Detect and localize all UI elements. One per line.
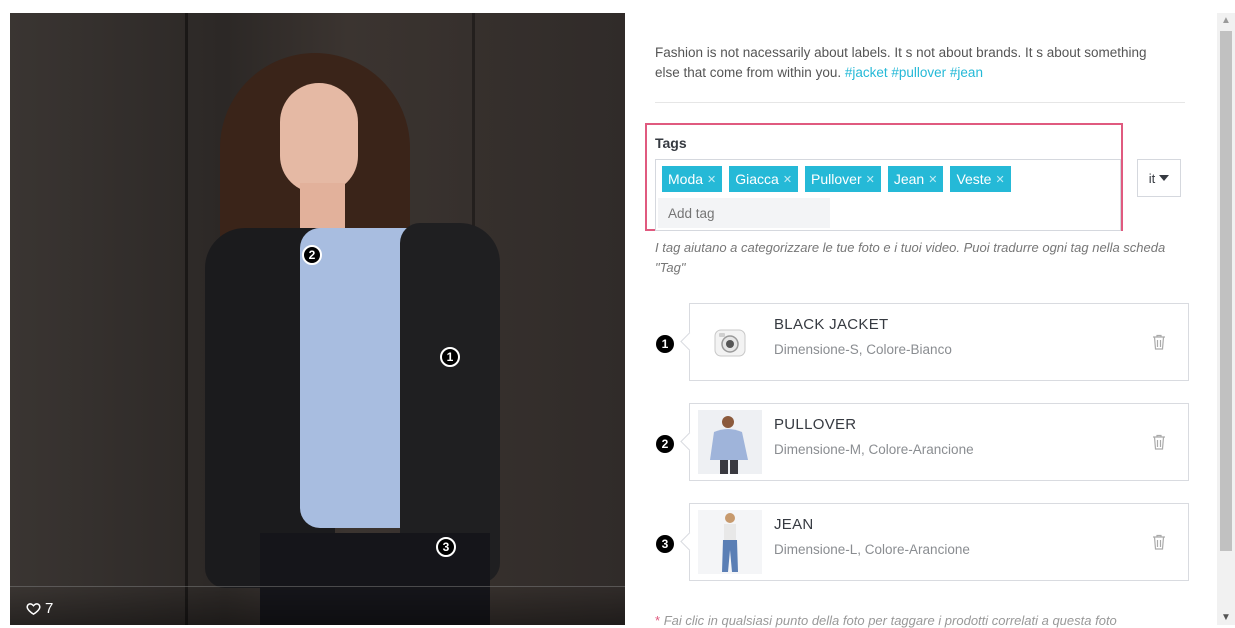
tag-chip-label: Veste	[956, 171, 992, 187]
details-panel: Fashion is not nacessarily about labels.…	[625, 13, 1217, 628]
caret-down-icon	[1159, 175, 1170, 181]
tagging-hint-text: Fai clic in qualsiasi punto della foto p…	[663, 613, 1117, 628]
scroll-up-icon[interactable]: ▲	[1221, 15, 1231, 26]
photo-footer-bar	[10, 586, 625, 625]
pullover-image	[698, 410, 762, 474]
remove-tag-icon[interactable]: ✕	[783, 173, 792, 186]
tags-input-box[interactable]: Moda ✕ Giacca ✕ Pullover ✕ Jean ✕ Veste ✕	[655, 159, 1121, 231]
product-number: 3	[656, 535, 674, 553]
tag-chip-label: Giacca	[735, 171, 779, 187]
scrollbar-thumb[interactable]	[1220, 31, 1232, 551]
vertical-scrollbar[interactable]: ▲ ▼	[1217, 13, 1235, 625]
tag-chip-label: Moda	[668, 171, 704, 187]
caption-hashtags[interactable]: #jacket #pullover #jean	[845, 65, 983, 80]
product-card[interactable]: PULLOVER Dimensione-M, Colore-Arancione	[689, 403, 1189, 481]
photo-canvas[interactable]: 2 1 3 7	[10, 13, 625, 625]
scroll-down-icon[interactable]: ▼	[1221, 612, 1231, 623]
photo-tag-marker-1[interactable]: 1	[440, 347, 460, 367]
tags-help-text: I tag aiutano a categorizzare le tue fot…	[655, 240, 1166, 275]
photo-caption: Fashion is not nacessarily about labels.…	[655, 43, 1155, 83]
trash-icon[interactable]	[1152, 334, 1166, 350]
like-counter[interactable]: 7	[26, 600, 53, 617]
product-number: 1	[656, 335, 674, 353]
trash-icon[interactable]	[1152, 434, 1166, 450]
product-attributes: Dimensione-S, Colore-Bianco	[774, 342, 952, 357]
tags-label: Tags	[655, 135, 687, 151]
tag-chip-veste: Veste ✕	[950, 166, 1011, 192]
tag-chip-giacca: Giacca ✕	[729, 166, 799, 192]
tag-chip-pullover: Pullover ✕	[805, 166, 881, 192]
remove-tag-icon[interactable]: ✕	[707, 173, 716, 186]
photo-editor-modal: 2 1 3 7 Fashion is not nacessarily about…	[0, 0, 1235, 628]
jean-image	[698, 510, 762, 574]
photo-tag-marker-3[interactable]: 3	[436, 537, 456, 557]
tag-chip-label: Pullover	[811, 171, 862, 187]
tag-chip-jean: Jean ✕	[887, 166, 944, 192]
photo-jacket-right	[400, 223, 500, 583]
language-code: it	[1148, 170, 1156, 186]
photo-face	[280, 83, 358, 193]
like-count: 7	[45, 600, 54, 617]
tag-chip-list: Moda ✕ Giacca ✕ Pullover ✕ Jean ✕ Veste ✕	[662, 166, 1011, 192]
photo-tag-marker-2[interactable]: 2	[302, 245, 322, 265]
tag-chip-label: Jean	[893, 171, 925, 187]
remove-tag-icon[interactable]: ✕	[866, 173, 875, 186]
remove-tag-icon[interactable]: ✕	[928, 173, 937, 186]
tag-chip-moda: Moda ✕	[662, 166, 723, 192]
heart-icon	[26, 603, 41, 616]
language-dropdown[interactable]: it	[1137, 159, 1181, 197]
camera-icon	[698, 310, 762, 374]
product-name: JEAN	[774, 516, 814, 533]
tags-section: Tags Moda ✕ Giacca ✕ Pullover ✕ Jean ✕ Veste…	[645, 123, 1123, 231]
product-card[interactable]: BLACK JACKET Dimensione-S, Colore-Bianco	[689, 303, 1189, 381]
product-name: BLACK JACKET	[774, 316, 889, 333]
tagging-hint: * Fai clic in qualsiasi punto della foto…	[655, 613, 1117, 628]
remove-tag-icon[interactable]: ✕	[995, 173, 1004, 186]
product-number: 2	[656, 435, 674, 453]
trash-icon[interactable]	[1152, 534, 1166, 550]
product-attributes: Dimensione-L, Colore-Arancione	[774, 542, 970, 557]
add-tag-input[interactable]	[658, 198, 830, 228]
product-name: PULLOVER	[774, 416, 857, 433]
required-star: *	[655, 613, 661, 628]
product-attributes: Dimensione-M, Colore-Arancione	[774, 442, 974, 457]
divider	[655, 102, 1185, 103]
product-card[interactable]: JEAN Dimensione-L, Colore-Arancione	[689, 503, 1189, 581]
